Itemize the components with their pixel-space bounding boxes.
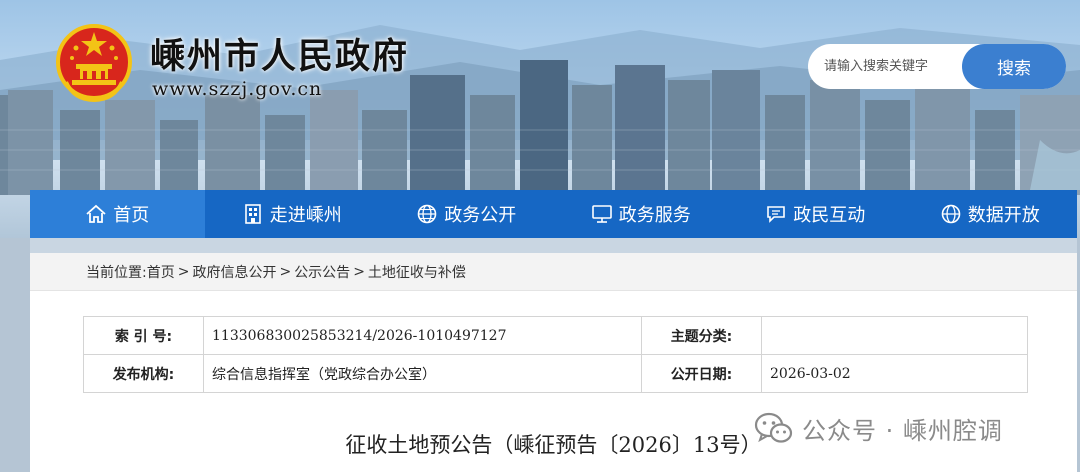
home-icon [86,204,106,223]
main-nav: 首页 走进嵊州 政务公开 政务服务 政民互动 数据开放 [30,190,1077,238]
breadcrumb-link-gov-info[interactable]: 政府信息公开 [192,262,276,282]
site-title: 嵊州市人民政府 [150,36,410,77]
index-label: 索 引 号: [83,316,204,355]
breadcrumb: 当前位置: 首页 > 政府信息公开 > 公示公告 > 土地征收与补偿 [30,253,1077,291]
wechat-icon [754,412,793,443]
category-label: 主题分类: [641,316,762,355]
index-value: 113306830025853214/2026-1010497127 [203,316,642,355]
chat-icon [767,206,786,223]
nav-item-open-gov[interactable]: 政务公开 [379,190,554,238]
nav-item-open-data[interactable]: 数据开放 [903,190,1078,238]
national-emblem-icon [56,24,132,103]
nav-item-label: 数据开放 [967,205,1040,226]
table-row: 索 引 号: 113306830025853214/2026-101049712… [83,316,1028,355]
breadcrumb-separator: > [353,263,365,280]
publisher-label: 发布机构: [83,354,204,393]
nav-item-about[interactable]: 走进嵊州 [205,190,380,238]
document-meta-table: 索 引 号: 113306830025853214/2026-101049712… [83,316,1028,393]
globe-icon [941,204,961,224]
breadcrumb-link-land[interactable]: 土地征收与补偿 [368,262,466,282]
nav-item-label: 走进嵊州 [269,205,342,226]
date-label: 公开日期: [641,354,762,393]
globe-icon [417,204,437,224]
breadcrumb-separator: > [177,263,190,280]
breadcrumb-link-notices[interactable]: 公示公告 [294,262,350,282]
watermark-text: 公众号 · 嵊州腔调 [802,416,1003,445]
category-value [761,316,1028,355]
monitor-icon [591,205,612,223]
nav-item-label: 政务服务 [618,205,691,226]
breadcrumb-prefix: 当前位置: [86,264,147,281]
search-input[interactable] [808,44,978,89]
date-value: 2026-03-02 [761,354,1028,393]
search-button[interactable]: 搜索 [962,44,1066,89]
nav-item-home[interactable]: 首页 [30,190,205,238]
nav-item-label: 首页 [113,205,150,226]
building-icon [244,204,261,224]
nav-item-label: 政务公开 [444,205,517,226]
breadcrumb-link-home[interactable]: 首页 [147,262,175,282]
nav-item-services[interactable]: 政务服务 [554,190,729,238]
breadcrumb-separator: > [279,263,292,280]
search-box: 搜索 [808,44,1066,89]
nav-item-label: 政民互动 [793,205,866,226]
site-url: www.szzj.gov.cn [152,78,323,100]
publisher-value: 综合信息指挥室（党政综合办公室） [203,354,642,393]
nav-item-interaction[interactable]: 政民互动 [728,190,903,238]
table-row: 发布机构: 综合信息指挥室（党政综合办公室） 公开日期: 2026-03-02 [83,354,1028,393]
watermark: 公众号 · 嵊州腔调 [754,410,1003,446]
